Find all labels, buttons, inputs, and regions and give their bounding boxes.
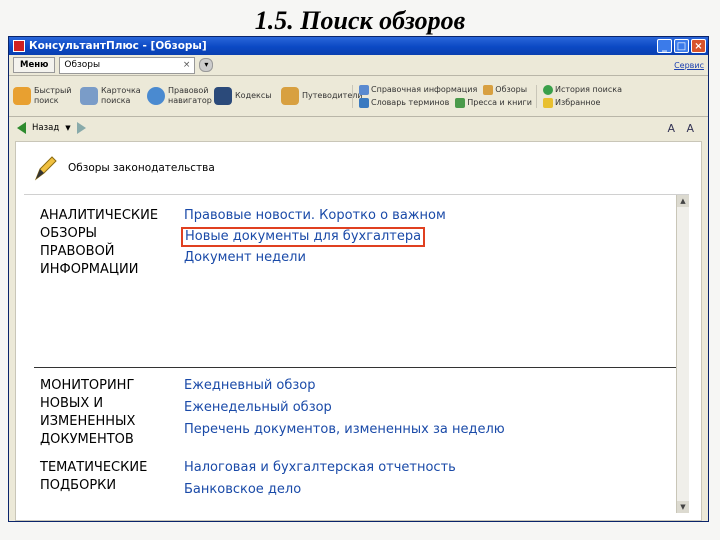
chevron-down-icon[interactable]: ▼ — [65, 124, 70, 132]
toolbar-label: Карточка поиска — [101, 86, 141, 105]
section-title-thematic: ТЕМАТИЧЕСКИЕ ПОДБОРКИ — [40, 459, 170, 495]
reviews-list: АНАЛИТИЧЕСКИЕ ОБЗОРЫ ПРАВОВОЙ ИНФОРМАЦИИ… — [24, 194, 689, 515]
reference-icon — [359, 84, 369, 95]
maximize-button[interactable]: □ — [674, 39, 689, 53]
scroll-down-icon[interactable]: ▼ — [677, 501, 689, 513]
toolbar-codes[interactable]: Кодексы — [214, 87, 275, 105]
link-legal-news[interactable]: Правовые новости. Коротко о важном — [184, 205, 446, 227]
section-title-analytics: АНАЛИТИЧЕСКИЕ ОБЗОРЫ ПРАВОВОЙ ИНФОРМАЦИИ — [40, 207, 170, 279]
pen-icon — [483, 84, 494, 95]
history-icon — [542, 84, 553, 95]
tab-reviews[interactable]: Обзоры × — [59, 56, 196, 74]
links-thematic: Налоговая и бухгалтерская отчетность Бан… — [184, 457, 456, 501]
section-title-line: ДОКУМЕНТОВ — [40, 432, 134, 447]
reference-info-button[interactable]: Справочная информация — [359, 84, 478, 95]
service-link[interactable]: Сервис — [674, 61, 704, 70]
section-title-line: ИЗМЕНЕННЫХ — [40, 414, 136, 429]
link-changed-docs-list[interactable]: Перечень документов, измененных за недел… — [184, 419, 505, 441]
link-new-docs-accountant[interactable]: Новые документы для бухгалтера — [181, 227, 426, 247]
tab-label: Обзоры — [64, 59, 101, 70]
vertical-scrollbar[interactable]: ▲ ▼ — [676, 195, 689, 513]
toolbar-search-card[interactable]: Карточка поиска — [80, 86, 141, 106]
links-monitoring: Ежедневный обзор Еженедельный обзор Пере… — [184, 375, 505, 441]
dictionary-icon — [359, 97, 369, 108]
minimize-button[interactable]: _ — [657, 39, 672, 53]
section-title-line: ТЕМАТИЧЕСКИЕ — [40, 460, 148, 475]
menu-button[interactable]: Меню — [13, 57, 56, 73]
section-divider — [34, 367, 682, 368]
guides-icon — [281, 87, 299, 105]
app-icon — [13, 40, 25, 52]
section-title-line: НОВЫХ И — [40, 396, 104, 411]
press-button[interactable]: Пресса и книги — [455, 97, 532, 108]
section-title-line: МОНИТОРИНГ — [40, 378, 135, 393]
section-title-line: ПРАВОВОЙ — [40, 244, 115, 259]
links-analytics: Правовые новости. Коротко о важном Новые… — [181, 205, 446, 269]
window-titlebar: КонсультантПлюс - [Обзоры] _ □ × — [9, 37, 708, 55]
back-arrow-icon[interactable] — [17, 122, 26, 134]
navigator-icon — [147, 87, 165, 105]
toolbar-quick-search[interactable]: Быстрый поиск — [13, 86, 74, 106]
toolbar-group-2: История поиска Избранное — [535, 84, 622, 108]
content-header: Обзоры законодательства — [16, 142, 701, 194]
toolbar-navigator[interactable]: Правовой навигатор — [147, 86, 212, 106]
toolbar-guides[interactable]: Путеводители — [281, 87, 363, 105]
section-title-line: ИНФОРМАЦИИ — [40, 262, 139, 277]
navigation-bar: Назад ▼ A A — [9, 117, 708, 139]
close-button[interactable]: × — [691, 39, 706, 53]
main-toolbar: Быстрый поиск Карточка поиска Правовой н… — [9, 76, 708, 117]
reference-label: Справочная информация — [371, 85, 478, 94]
font-size-control[interactable]: A A — [667, 122, 698, 135]
link-tax-reporting[interactable]: Налоговая и бухгалтерская отчетность — [184, 457, 456, 479]
forward-arrow-icon[interactable] — [76, 122, 86, 134]
section-title-line: ПОДБОРКИ — [40, 478, 117, 493]
link-banking[interactable]: Банковское дело — [184, 479, 456, 501]
scroll-up-icon[interactable]: ▲ — [677, 195, 689, 207]
favorites-label: Избранное — [554, 98, 601, 107]
slide-title: 1.5. Поиск обзоров — [254, 6, 466, 35]
link-daily-review[interactable]: Ежедневный обзор — [184, 375, 505, 397]
link-document-of-week[interactable]: Документ недели — [184, 247, 446, 269]
back-label[interactable]: Назад — [32, 123, 59, 133]
content-title: Обзоры законодательства — [68, 162, 215, 174]
content-panel: Обзоры законодательства АНАЛИТИЧЕСКИЕ ОБ… — [15, 141, 702, 521]
link-weekly-review[interactable]: Еженедельный обзор — [184, 397, 505, 419]
app-window: КонсультантПлюс - [Обзоры] _ □ × Меню Об… — [8, 36, 709, 522]
codes-icon — [214, 87, 232, 105]
toolbar-label: Правовой навигатор — [168, 86, 212, 105]
reviews-button[interactable]: Обзоры — [483, 84, 528, 95]
favorites-button[interactable]: Избранное — [542, 97, 601, 108]
toolbar-label: Кодексы — [235, 91, 272, 100]
toolbar-label: Быстрый поиск — [34, 86, 72, 105]
toolbar-group-1: Справочная информация Обзоры Словарь тер… — [352, 84, 532, 108]
pen-icon — [34, 156, 57, 181]
history-label: История поиска — [554, 85, 622, 94]
press-label: Пресса и книги — [467, 98, 532, 107]
tab-row: Меню Обзоры × ▾ Сервис — [9, 55, 708, 76]
section-title-line: АНАЛИТИЧЕСКИЕ — [40, 208, 159, 223]
window-title: КонсультантПлюс - [Обзоры] — [29, 40, 207, 52]
quick-search-icon — [13, 87, 31, 105]
history-button[interactable]: История поиска — [542, 84, 622, 95]
press-icon — [455, 97, 466, 108]
reviews-label: Обзоры — [495, 85, 528, 94]
dictionary-label: Словарь терминов — [371, 98, 450, 107]
new-tab-icon[interactable]: ▾ — [199, 58, 214, 72]
star-icon — [542, 97, 553, 108]
toolbar-label: Путеводители — [302, 91, 363, 100]
search-card-icon — [80, 87, 98, 105]
section-title-line: ОБЗОРЫ — [40, 226, 98, 241]
dictionary-button[interactable]: Словарь терминов — [359, 97, 450, 108]
section-title-monitoring: МОНИТОРИНГ НОВЫХ И ИЗМЕНЕННЫХ ДОКУМЕНТОВ — [40, 377, 170, 449]
tab-close-icon[interactable]: × — [183, 58, 191, 73]
